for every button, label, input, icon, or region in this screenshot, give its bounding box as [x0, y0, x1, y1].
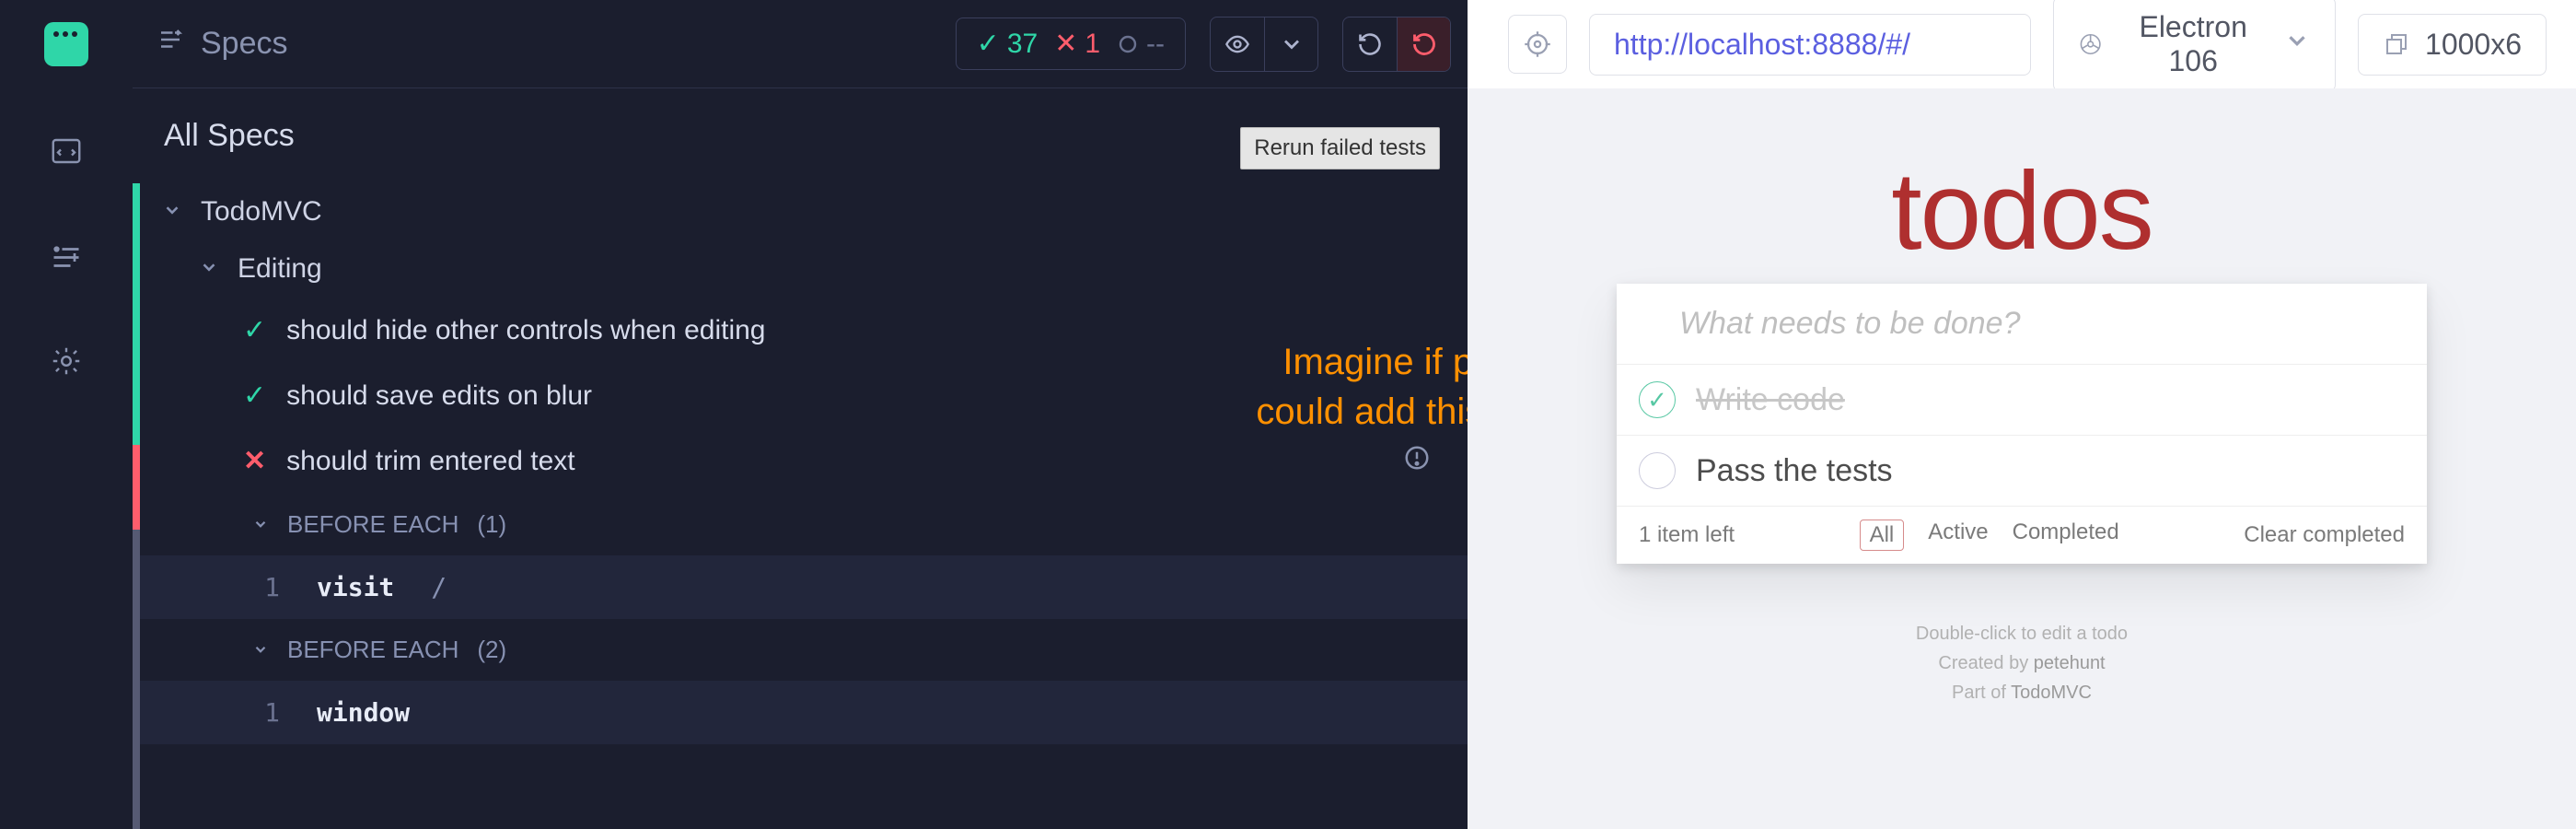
aut-url-text: http://localhost:8888/#/ — [1614, 28, 1910, 62]
hook-row[interactable]: BEFORE EACH (2) — [133, 619, 1468, 681]
chevron-down-icon — [162, 196, 182, 228]
browser-name: Electron 106 — [2118, 10, 2269, 78]
spec-tree: TodoMVC Editing ✓ should hide other cont… — [133, 183, 1468, 829]
credits: Double-click to edit a todo Created by p… — [1556, 619, 2488, 707]
hook-row[interactable]: BEFORE EACH (1) — [133, 494, 1468, 555]
result-counts: ✓ 37 ✕ 1 -- — [956, 18, 1186, 70]
test-row-failed[interactable]: ✕ should trim entered text — [133, 428, 1468, 494]
specs-title[interactable]: Specs — [157, 26, 288, 62]
aut-panel: http://localhost:8888/#/ Electron 106 10… — [1468, 0, 2576, 829]
chevron-down-icon — [252, 510, 269, 539]
test-row[interactable]: ✓ should hide other controls when editin… — [133, 298, 1468, 363]
clear-completed[interactable]: Clear completed — [2244, 522, 2405, 548]
test-title: should trim entered text — [286, 446, 575, 477]
test-title: should save edits on blur — [286, 380, 592, 412]
chevron-down-icon — [252, 636, 269, 664]
hook-label: BEFORE EACH — [287, 510, 458, 539]
pending-count: -- — [1117, 29, 1165, 60]
rerun-failed-tooltip: Rerun failed tests — [1240, 127, 1440, 169]
x-icon: ✕ — [243, 445, 266, 477]
error-info-icon[interactable] — [1403, 444, 1431, 479]
suite-row-todomvc[interactable]: TodoMVC — [133, 183, 1468, 240]
filter-completed[interactable]: Completed — [2013, 520, 2119, 551]
line-number: 1 — [252, 572, 280, 602]
suite-label: TodoMVC — [201, 196, 322, 228]
chevron-down-icon — [2283, 27, 2311, 62]
items-left: 1 item left — [1639, 522, 1735, 548]
selector-playground-button[interactable] — [1508, 15, 1567, 74]
todo-text: Pass the tests — [1696, 453, 1893, 489]
check-icon: ✓ — [243, 379, 266, 412]
toggle-complete-checkbox[interactable] — [1639, 452, 1676, 489]
todo-item[interactable]: Write code — [1617, 365, 2427, 436]
status-bar-pending — [133, 530, 140, 829]
viewport-size-text: 1000x6 — [2425, 28, 2522, 62]
aut-canvas: todos What needs to be done? Write code … — [1468, 88, 2576, 829]
todo-app: What needs to be done? Write code Pass t… — [1617, 284, 2427, 564]
suite-label: Editing — [238, 253, 322, 285]
hook-label: BEFORE EACH — [287, 636, 458, 664]
list-settings-icon[interactable] — [46, 236, 87, 276]
aut-toolbar: http://localhost:8888/#/ Electron 106 10… — [1468, 0, 2576, 88]
credit-link[interactable]: petehunt — [2034, 653, 2106, 673]
code-icon[interactable] — [46, 131, 87, 171]
command-name: visit — [317, 572, 394, 602]
command-name: window — [317, 697, 410, 728]
app-logo — [44, 22, 88, 66]
filter-active[interactable]: Active — [1928, 520, 1988, 551]
preview-dropdown-button[interactable] — [1264, 18, 1317, 71]
viewport-size-button[interactable]: 1000x6 — [2358, 14, 2547, 76]
hook-index: (1) — [477, 510, 506, 539]
toggle-preview-button[interactable] — [1211, 18, 1264, 71]
gear-icon[interactable] — [46, 341, 87, 381]
new-todo-input[interactable]: What needs to be done? — [1617, 284, 2427, 365]
aut-url-button[interactable]: http://localhost:8888/#/ — [1589, 14, 2031, 76]
test-title: should hide other controls when editing — [286, 315, 765, 346]
toggle-complete-checkbox[interactable] — [1639, 381, 1676, 418]
status-bar-pass — [133, 183, 140, 445]
command-row[interactable]: 1 window — [133, 681, 1468, 744]
check-icon: ✓ — [243, 314, 266, 346]
line-number: 1 — [252, 697, 280, 728]
chevron-down-icon — [199, 253, 219, 285]
pass-count: ✓ 37 — [977, 28, 1039, 60]
rerun-failed-button[interactable] — [1397, 18, 1450, 71]
rerun-controls — [1342, 17, 1451, 72]
left-rail — [0, 0, 133, 829]
specs-title-text: Specs — [201, 26, 288, 62]
command-arg: / — [431, 572, 447, 602]
todo-item[interactable]: Pass the tests — [1617, 436, 2427, 507]
todos-title: todos — [1556, 147, 2488, 274]
runner-header: Specs ✓ 37 ✕ 1 -- — [133, 0, 1468, 88]
command-row[interactable]: 1 visit / — [133, 555, 1468, 619]
todo-text: Write code — [1696, 382, 1845, 418]
filter-all[interactable]: All — [1860, 520, 1905, 551]
hook-index: (2) — [477, 636, 506, 664]
test-row[interactable]: ✓ should save edits on blur — [133, 363, 1468, 428]
runner-panel: Specs ✓ 37 ✕ 1 -- R — [133, 0, 1468, 829]
suite-row-editing[interactable]: Editing — [133, 240, 1468, 298]
browser-select-button[interactable]: Electron 106 — [2053, 0, 2336, 92]
todo-footer: 1 item left All Active Completed Clear c… — [1617, 507, 2427, 564]
view-controls — [1210, 17, 1318, 72]
rerun-all-button[interactable] — [1343, 18, 1397, 71]
fail-count: ✕ 1 — [1054, 28, 1100, 60]
specs-expand-icon — [157, 26, 184, 62]
credit-link[interactable]: TodoMVC — [2011, 683, 2092, 703]
filters: All Active Completed — [1860, 520, 2119, 551]
